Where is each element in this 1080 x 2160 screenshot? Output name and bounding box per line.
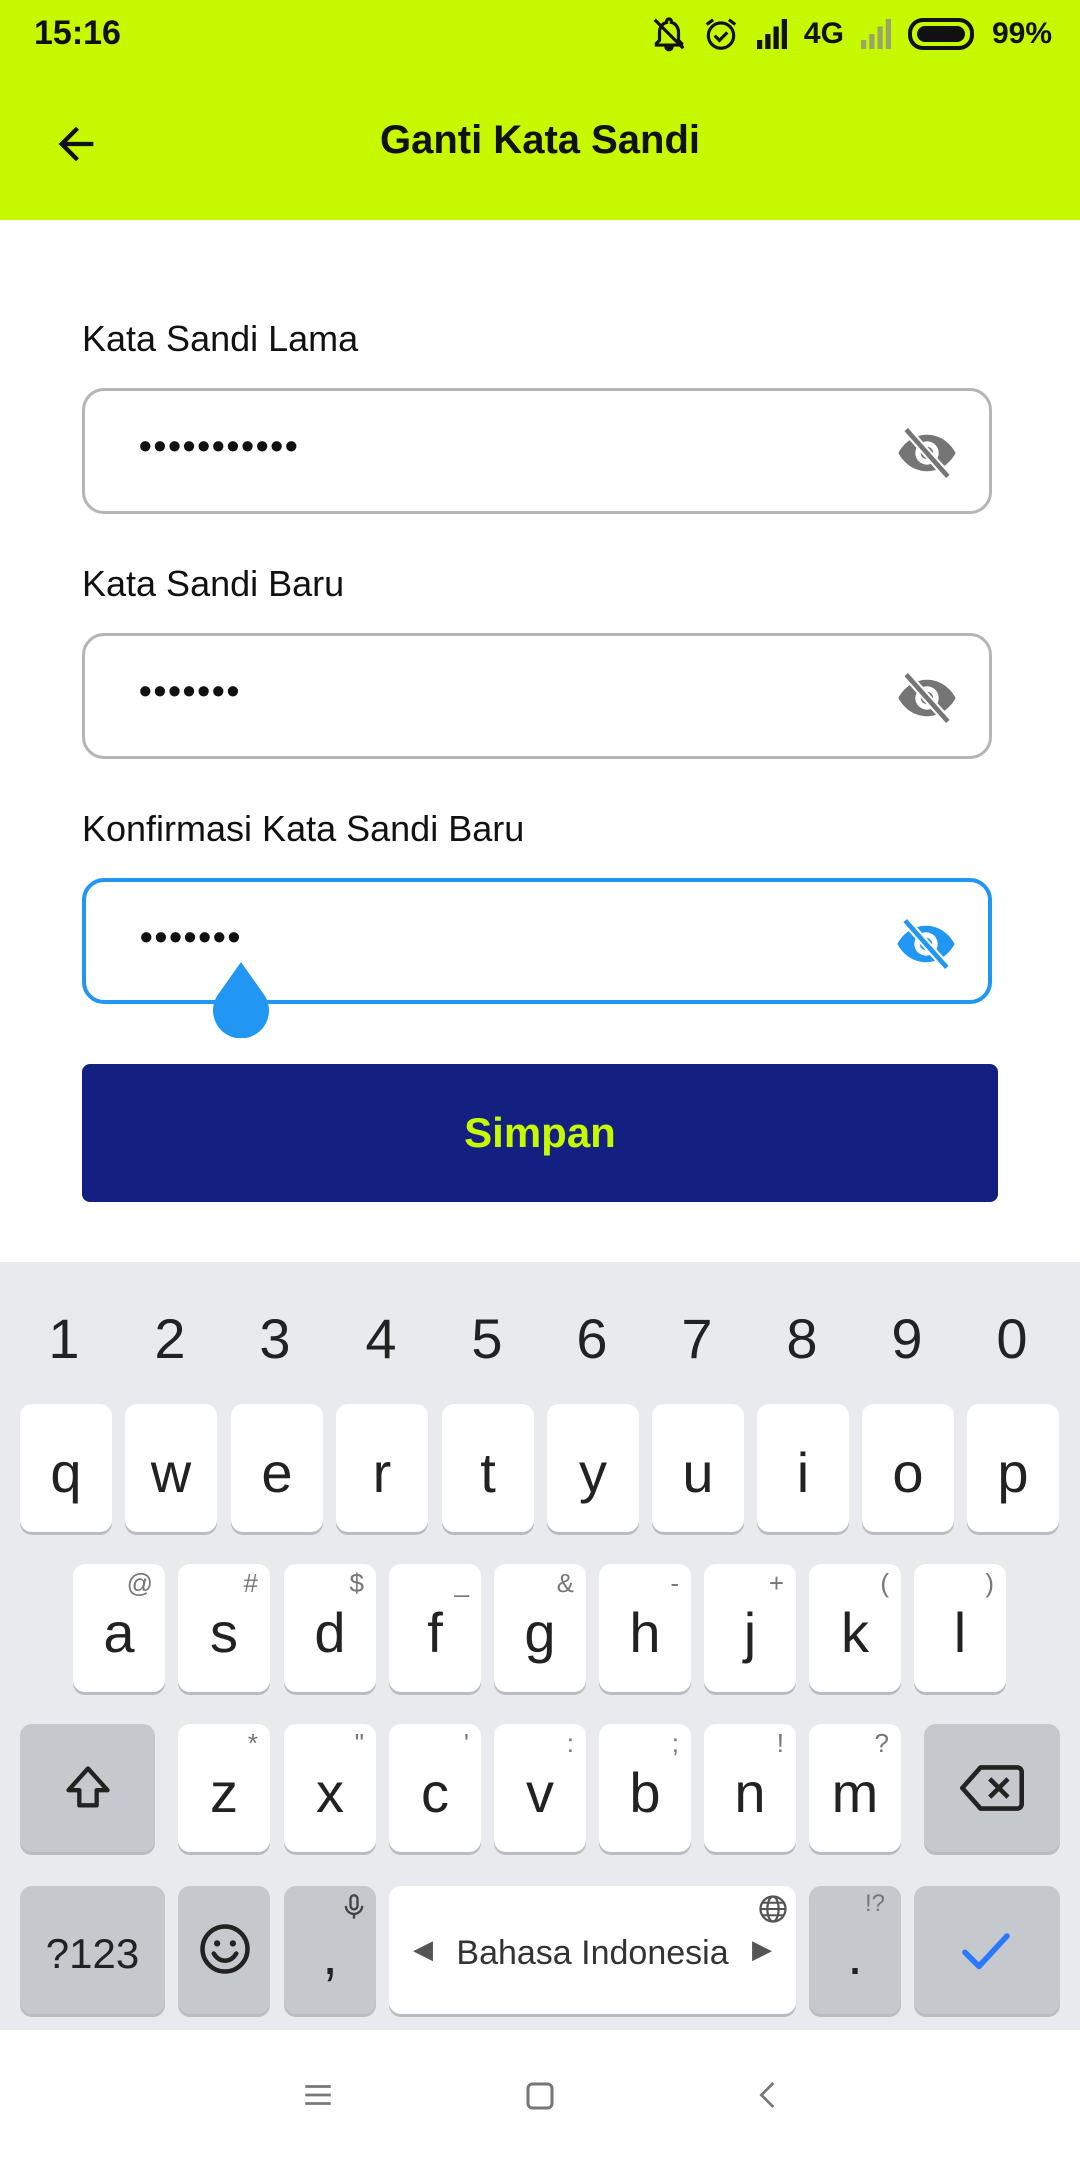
key-i[interactable]: i <box>757 1404 849 1532</box>
menu-icon[interactable] <box>300 2078 336 2112</box>
key-n[interactable]: ! n <box>704 1724 796 1852</box>
key-q[interactable]: q <box>20 1404 112 1532</box>
key-s[interactable]: # s <box>178 1564 270 1692</box>
chevron-right-icon: ▶ <box>752 1934 772 1964</box>
backspace-icon <box>960 1765 1024 1811</box>
key-o[interactable]: o <box>862 1404 954 1532</box>
mute-icon <box>653 17 685 52</box>
key-v[interactable]: :v <box>494 1724 586 1852</box>
key-g[interactable]: & g <box>494 1564 586 1692</box>
key-k[interactable]: (k <box>809 1564 901 1692</box>
battery-icon <box>907 18 974 50</box>
system-navigation-bar <box>0 2030 1080 2160</box>
status-bar: 15:16 4G 99% <box>0 0 1080 70</box>
visibility-off-icon[interactable] <box>895 427 959 479</box>
confirm-password-label: Konfirmasi Kata Sandi Baru <box>82 808 525 849</box>
text-cursor-handle[interactable] <box>210 962 272 1038</box>
spacebar-key[interactable]: ◀ Bahasa Indonesia ▶ <box>389 1886 796 2014</box>
confirm-password-value: ••••••• <box>140 916 243 957</box>
signal-weak-icon <box>860 19 891 49</box>
battery-percent: 99% <box>991 17 1052 50</box>
key-y[interactable]: y <box>547 1404 639 1532</box>
key-h[interactable]: -h <box>599 1564 691 1692</box>
key-1[interactable]: 1 <box>14 1306 114 1371</box>
back-nav-icon[interactable] <box>752 2076 784 2114</box>
new-password-label: Kata Sandi Baru <box>82 563 345 604</box>
key-a[interactable]: @ a <box>73 1564 165 1692</box>
key-0[interactable]: 0 <box>962 1306 1062 1371</box>
done-key[interactable] <box>914 1886 1060 2014</box>
old-password-value: ••••••••••• <box>139 425 300 466</box>
key-b[interactable]: ; b <box>599 1724 691 1852</box>
key-e[interactable]: e <box>231 1404 323 1532</box>
signal-icon <box>756 19 787 49</box>
emoji-key[interactable] <box>178 1886 270 2014</box>
globe-icon <box>759 1895 787 1923</box>
key-z[interactable]: * z <box>178 1724 270 1852</box>
key-r[interactable]: r <box>336 1404 428 1532</box>
key-f[interactable]: _ f <box>389 1564 481 1692</box>
save-button[interactable]: Simpan <box>82 1064 998 1202</box>
key-w[interactable]: w <box>125 1404 217 1532</box>
shift-key[interactable] <box>20 1724 155 1852</box>
page-title: Ganti Kata Sandi <box>379 118 701 162</box>
status-icons: 4G 99% <box>650 12 1052 56</box>
key-2[interactable]: 2 <box>120 1306 220 1371</box>
home-icon[interactable] <box>522 2078 558 2114</box>
visibility-off-icon[interactable] <box>895 672 959 724</box>
comma-key[interactable]: , <box>284 1886 376 2014</box>
old-password-label: Kata Sandi Lama <box>82 318 359 359</box>
key-8[interactable]: 8 <box>752 1306 852 1371</box>
shift-icon <box>66 1766 110 1808</box>
spacebar-label: Bahasa Indonesia <box>456 1934 729 1972</box>
new-password-value: ••••••• <box>139 670 242 711</box>
backspace-key[interactable] <box>924 1724 1060 1852</box>
symbols-key[interactable]: ?123 <box>20 1886 165 2014</box>
visibility-off-icon[interactable] <box>894 918 958 970</box>
key-x[interactable]: " x <box>284 1724 376 1852</box>
key-7[interactable]: 7 <box>647 1306 747 1371</box>
key-4[interactable]: 4 <box>331 1306 431 1371</box>
key-9[interactable]: 9 <box>857 1306 957 1371</box>
number-row: 1 2 3 4 5 6 7 8 9 0 <box>0 1282 1080 1392</box>
keyboard: 1 2 3 4 5 6 7 8 9 0 q w e r t y u i o p … <box>0 1262 1080 2030</box>
microphone-icon <box>344 1894 364 1919</box>
key-t[interactable]: t <box>442 1404 534 1532</box>
key-c[interactable]: ' c <box>389 1724 481 1852</box>
alarm-icon <box>705 18 737 50</box>
key-6[interactable]: 6 <box>542 1306 642 1371</box>
emoji-icon <box>200 1924 250 1974</box>
key-d[interactable]: $ d <box>284 1564 376 1692</box>
key-5[interactable]: 5 <box>437 1306 537 1371</box>
key-l[interactable]: ) l <box>914 1564 1006 1692</box>
status-time: 15:16 <box>34 14 121 52</box>
key-p[interactable]: p <box>967 1404 1059 1532</box>
key-u[interactable]: u <box>652 1404 744 1532</box>
app-bar: Ganti Kata Sandi <box>0 70 1080 220</box>
period-key[interactable]: !? . <box>809 1886 901 2014</box>
old-password-field[interactable]: ••••••••••• <box>82 388 992 514</box>
key-m[interactable]: ? m <box>809 1724 901 1852</box>
key-3[interactable]: 3 <box>225 1306 325 1371</box>
new-password-field[interactable]: ••••••• <box>82 633 992 759</box>
network-type: 4G <box>803 17 844 50</box>
checkmark-icon <box>962 1933 1010 1970</box>
key-j[interactable]: + j <box>704 1564 796 1692</box>
